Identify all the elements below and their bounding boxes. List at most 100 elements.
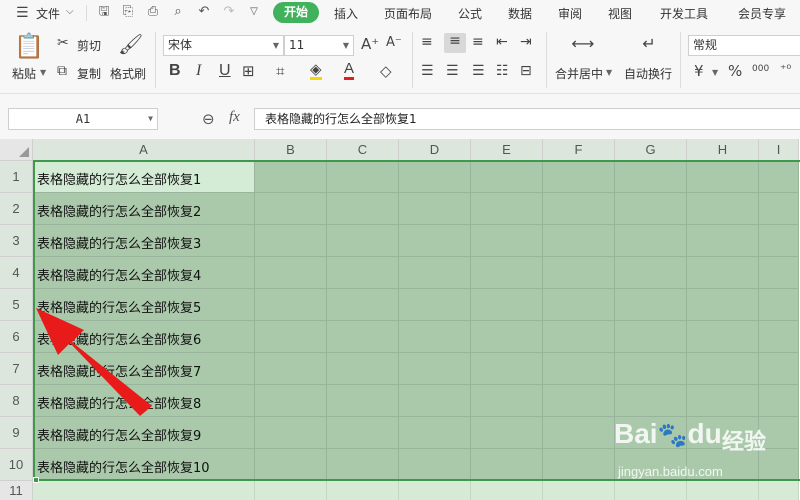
chevron-down-icon[interactable]: ⌵ — [66, 6, 74, 17]
zoom-formula-icon[interactable]: ⊖ — [202, 110, 215, 128]
cell-b2[interactable] — [255, 193, 327, 225]
cell-g5[interactable] — [615, 289, 687, 321]
cell-i11[interactable] — [759, 481, 799, 500]
clear-format-icon[interactable]: ◇ — [380, 62, 392, 80]
cell-i9[interactable] — [759, 417, 799, 449]
cell-c2[interactable] — [327, 193, 399, 225]
cell-c6[interactable] — [327, 321, 399, 353]
row-header-1[interactable]: 1 — [0, 161, 33, 193]
wrap-text-icon[interactable]: ↵ — [638, 34, 660, 56]
column-header-d[interactable]: D — [399, 139, 471, 161]
tab-member[interactable]: 会员专享 — [738, 5, 786, 22]
cell-f10[interactable] — [543, 449, 615, 481]
cell-c11[interactable] — [327, 481, 399, 500]
cell-f1[interactable] — [543, 161, 615, 193]
cell-c9[interactable] — [327, 417, 399, 449]
cell-h10[interactable] — [687, 449, 759, 481]
justify-icon[interactable]: ☷ — [496, 63, 509, 79]
cell-d11[interactable] — [399, 481, 471, 500]
cell-b4[interactable] — [255, 257, 327, 289]
cell-h11[interactable] — [687, 481, 759, 500]
cell-c8[interactable] — [327, 385, 399, 417]
chevron-down-icon[interactable]: ▼ — [712, 68, 718, 77]
cell-i7[interactable] — [759, 353, 799, 385]
select-all-corner[interactable] — [0, 139, 33, 161]
cell-e6[interactable] — [471, 321, 543, 353]
cell-g8[interactable] — [615, 385, 687, 417]
row-header-10[interactable]: 10 — [0, 449, 33, 481]
format-painter-icon[interactable]: 🖌 — [118, 32, 143, 56]
currency-button[interactable]: ¥ — [694, 62, 704, 80]
cell-d7[interactable] — [399, 353, 471, 385]
cell-d8[interactable] — [399, 385, 471, 417]
cell-h8[interactable] — [687, 385, 759, 417]
align-left-icon[interactable]: ☰ — [421, 63, 434, 79]
cell-g11[interactable] — [615, 481, 687, 500]
cell-a11[interactable] — [33, 481, 255, 500]
chevron-down-icon[interactable]: ▼ — [148, 109, 153, 129]
cell-e5[interactable] — [471, 289, 543, 321]
cell-i5[interactable] — [759, 289, 799, 321]
cell-f3[interactable] — [543, 225, 615, 257]
cell-c1[interactable] — [327, 161, 399, 193]
cell-i6[interactable] — [759, 321, 799, 353]
cell-d2[interactable] — [399, 193, 471, 225]
cell-f6[interactable] — [543, 321, 615, 353]
align-right-icon[interactable]: ☰ — [472, 63, 485, 79]
undo-icon[interactable]: ↶ — [196, 4, 212, 20]
cell-i2[interactable] — [759, 193, 799, 225]
row-header-9[interactable]: 9 — [0, 417, 33, 449]
column-header-g[interactable]: G — [615, 139, 687, 161]
cell-d6[interactable] — [399, 321, 471, 353]
cell-c10[interactable] — [327, 449, 399, 481]
cell-e2[interactable] — [471, 193, 543, 225]
column-header-a[interactable]: A — [33, 139, 255, 161]
cell-i3[interactable] — [759, 225, 799, 257]
italic-icon[interactable]: I — [196, 62, 201, 80]
font-name-select[interactable]: 宋体 ▼ — [163, 35, 284, 56]
cell-i8[interactable] — [759, 385, 799, 417]
cell-h2[interactable] — [687, 193, 759, 225]
cell-e4[interactable] — [471, 257, 543, 289]
cell-e10[interactable] — [471, 449, 543, 481]
row-header-11[interactable]: 11 — [0, 481, 33, 500]
cell-h4[interactable] — [687, 257, 759, 289]
number-format-select[interactable]: 常规 — [688, 35, 800, 56]
cell-i10[interactable] — [759, 449, 799, 481]
row-header-8[interactable]: 8 — [0, 385, 33, 417]
fill-handle[interactable] — [33, 477, 39, 483]
cell-g1[interactable] — [615, 161, 687, 193]
scissors-icon[interactable]: ✂ — [57, 35, 69, 51]
cell-h1[interactable] — [687, 161, 759, 193]
cell-d3[interactable] — [399, 225, 471, 257]
cell-f8[interactable] — [543, 385, 615, 417]
cell-b1[interactable] — [255, 161, 327, 193]
column-header-e[interactable]: E — [471, 139, 543, 161]
column-header-f[interactable]: F — [543, 139, 615, 161]
customize-icon[interactable]: ▽ — [246, 4, 262, 20]
row-header-5[interactable]: 5 — [0, 289, 33, 321]
cell-h3[interactable] — [687, 225, 759, 257]
fill-color-icon[interactable]: ◈ — [310, 61, 322, 80]
cell-c3[interactable] — [327, 225, 399, 257]
tab-home[interactable]: 开始 — [273, 2, 319, 23]
cell-g2[interactable] — [615, 193, 687, 225]
tab-page-layout[interactable]: 页面布局 — [384, 5, 432, 22]
paste-button[interactable]: 粘贴 — [12, 65, 36, 82]
paste-icon[interactable]: 📋 — [14, 32, 44, 60]
redo-icon[interactable]: ↷ — [221, 4, 237, 20]
cell-b8[interactable] — [255, 385, 327, 417]
cell-f5[interactable] — [543, 289, 615, 321]
percent-button[interactable]: % — [728, 62, 742, 80]
cell-g9[interactable] — [615, 417, 687, 449]
cell-f11[interactable] — [543, 481, 615, 500]
cell-h9[interactable] — [687, 417, 759, 449]
file-menu[interactable]: 文件 — [36, 5, 60, 22]
cell-b10[interactable] — [255, 449, 327, 481]
cell-e11[interactable] — [471, 481, 543, 500]
column-header-i[interactable]: I — [759, 139, 799, 161]
merge-center-button[interactable]: 合并居中 — [555, 65, 603, 82]
chevron-down-icon[interactable]: ▼ — [40, 68, 46, 77]
cell-e8[interactable] — [471, 385, 543, 417]
indent-decrease-icon[interactable]: ⇤ — [496, 34, 508, 50]
